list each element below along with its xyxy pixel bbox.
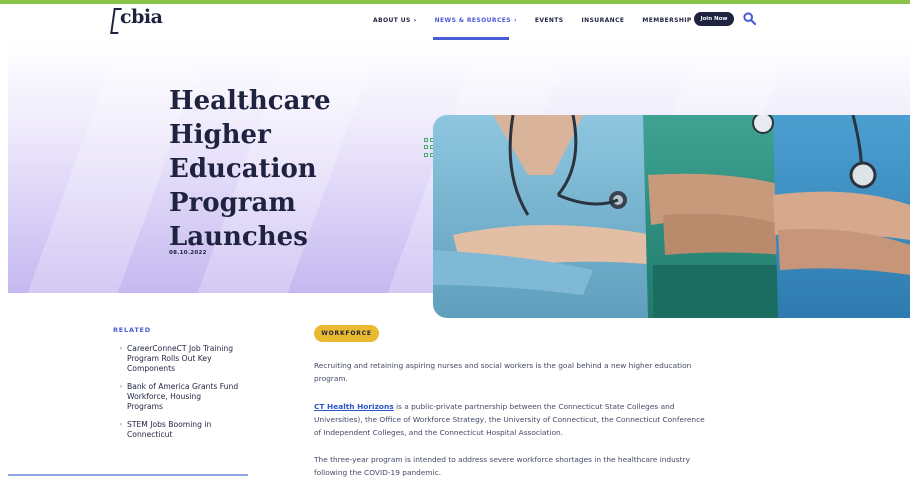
category-tag-workforce[interactable]: WORKFORCE: [314, 325, 379, 342]
main-nav: ABOUT US › NEWS & RESOURCES › EVENTS INS…: [373, 12, 716, 28]
nav-about-us[interactable]: ABOUT US ›: [373, 17, 417, 24]
nav-label: EVENTS: [534, 16, 564, 24]
nav-events[interactable]: EVENTS: [535, 17, 564, 24]
title-line: Higher: [169, 120, 271, 150]
nav-active-underline: [433, 37, 509, 40]
related-link[interactable]: Bank of America Grants Fund Workforce, H…: [119, 382, 239, 412]
page-title: Healthcare Higher Education Program Laun…: [169, 84, 419, 254]
related-divider: [8, 474, 248, 476]
article-paragraph: Recruiting and retaining aspiring nurses…: [314, 361, 692, 383]
cbia-logo[interactable]: cbia: [110, 6, 163, 38]
join-now-button[interactable]: Join Now: [694, 12, 734, 26]
nav-label: INSURANCE: [581, 16, 625, 24]
related-heading: RELATED: [113, 326, 151, 334]
nav-insurance[interactable]: INSURANCE: [582, 17, 625, 24]
related-link[interactable]: CareerConneCT Job Training Program Rolls…: [119, 344, 239, 374]
related-link[interactable]: STEM Jobs Booming in Connecticut: [119, 420, 239, 440]
title-line: Education: [169, 154, 317, 184]
publish-date: 08.10.2022: [169, 250, 207, 256]
nav-label: ABOUT US: [373, 16, 411, 24]
nav-label: MEMBERSHIP: [642, 16, 692, 24]
search-icon[interactable]: [743, 12, 756, 25]
related-list: CareerConneCT Job Training Program Rolls…: [119, 344, 239, 448]
ct-health-horizons-link[interactable]: CT Health Horizons: [314, 402, 394, 411]
nav-membership[interactable]: MEMBERSHIP ›: [642, 17, 697, 24]
chevron-right-icon: ›: [413, 16, 417, 24]
chevron-right-icon: ›: [513, 16, 517, 24]
hero-photo-healthcare-workers: [433, 115, 910, 318]
title-line: Healthcare: [169, 86, 331, 116]
healthcare-workers-illustration: [433, 115, 910, 318]
logo-text: cbia: [120, 6, 163, 28]
title-line: Program: [169, 188, 296, 218]
nav-news-resources[interactable]: NEWS & RESOURCES ›: [435, 17, 517, 24]
nav-label: NEWS & RESOURCES: [434, 16, 511, 24]
article-paragraph: CT Health Horizons is a public-private p…: [314, 400, 714, 439]
title-line: Launches: [169, 222, 308, 252]
article-paragraph: The three-year program is intended to ad…: [314, 455, 690, 477]
